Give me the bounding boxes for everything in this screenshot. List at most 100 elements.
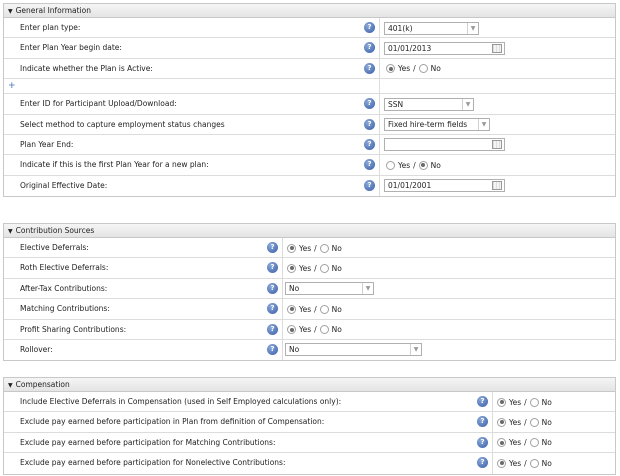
triangle-down-icon[interactable]: ▼ xyxy=(8,5,13,18)
roth-deferrals-label: Roth Elective Deferrals: xyxy=(20,263,109,273)
roth-yes-radio[interactable] xyxy=(287,263,296,273)
after-tax-row: After-Tax Contributions: ? No ▼ xyxy=(4,278,615,300)
help-icon[interactable]: ? xyxy=(364,22,375,33)
general-information-title: General Information xyxy=(15,6,91,15)
profit-sharing-row: Profit Sharing Contributions: ? Yes / No xyxy=(4,319,615,340)
plan-type-select[interactable]: 401(k) ▼ xyxy=(384,21,479,35)
after-tax-label: After-Tax Contributions: xyxy=(20,283,108,293)
exclude-nonelective-yes-radio[interactable] xyxy=(497,458,506,468)
roth-deferrals-row: Roth Elective Deferrals: ? Yes / No xyxy=(4,258,615,279)
help-icon[interactable]: ? xyxy=(364,118,375,130)
chevron-down-icon[interactable]: ▼ xyxy=(462,98,473,110)
participant-id-value: SSN xyxy=(388,99,404,109)
help-icon[interactable]: ? xyxy=(364,179,375,191)
matching-yes-radio[interactable] xyxy=(287,304,296,314)
calendar-icon[interactable] xyxy=(492,181,502,191)
plan-year-begin-input[interactable]: 01/01/2013 xyxy=(384,41,505,55)
plan-active-no-radio[interactable] xyxy=(418,64,428,74)
exclude-matching-row: Exclude pay earned before participation … xyxy=(4,432,615,454)
exclude-matching-no-radio[interactable] xyxy=(529,438,539,448)
plan-year-begin-row: Enter Plan Year begin date: ? 01/01/2013 xyxy=(4,38,615,59)
rollover-row: Rollover: ? No ▼ xyxy=(4,339,615,361)
plan-active-yes-radio[interactable] xyxy=(386,64,395,74)
help-icon[interactable]: ? xyxy=(364,62,375,74)
help-icon[interactable]: ? xyxy=(364,98,375,110)
help-icon[interactable]: ? xyxy=(267,323,278,335)
compensation-section: ▼ Compensation Include Elective Deferrals… xyxy=(3,377,616,475)
contribution-sources-header[interactable]: ▼ Contribution Sources xyxy=(4,224,615,238)
matching-label: Matching Contributions: xyxy=(20,304,110,314)
triangle-down-icon[interactable]: ▼ xyxy=(8,225,13,238)
help-icon[interactable]: ? xyxy=(267,343,278,355)
original-effective-value: 01/01/2001 xyxy=(388,181,432,191)
profit-sharing-no-label: No xyxy=(331,325,342,335)
exclude-plan-yes-radio[interactable] xyxy=(497,417,506,427)
chevron-down-icon[interactable]: ▼ xyxy=(478,119,489,131)
include-elective-no-radio[interactable] xyxy=(529,397,539,407)
chevron-down-icon[interactable]: ▼ xyxy=(410,344,421,356)
elective-deferrals-row: Elective Deferrals: ? Yes / No xyxy=(4,238,615,259)
first-plan-year-yes-radio[interactable] xyxy=(386,160,395,170)
profit-sharing-no-radio[interactable] xyxy=(319,325,329,335)
roth-yes-label: Yes xyxy=(299,263,312,273)
include-elective-label: Include Elective Deferrals in Compensati… xyxy=(20,397,342,406)
contribution-sources-title: Contribution Sources xyxy=(15,226,95,235)
exclude-plan-no-label: No xyxy=(541,417,552,427)
employment-method-select[interactable]: Fixed hire-term fields ▼ xyxy=(384,118,490,132)
rollover-select[interactable]: No ▼ xyxy=(285,343,422,357)
help-icon[interactable]: ? xyxy=(267,303,278,315)
after-tax-select[interactable]: No ▼ xyxy=(285,282,374,296)
exclude-nonelective-no-radio[interactable] xyxy=(529,458,539,468)
exclude-plan-no-radio[interactable] xyxy=(529,417,539,427)
help-icon[interactable]: ? xyxy=(267,282,278,294)
general-information-section: ▼ General Information Enter plan type: ? … xyxy=(3,3,616,198)
general-information-header[interactable]: ▼ General Information xyxy=(4,4,615,18)
plan-year-end-input[interactable] xyxy=(384,138,505,152)
contribution-sources-section: ▼ Contribution Sources Elective Deferrals… xyxy=(3,223,616,362)
plus-icon[interactable]: + xyxy=(8,81,16,91)
include-elective-yes-radio[interactable] xyxy=(497,397,506,407)
plan-year-end-row: Plan Year End: ? xyxy=(4,134,615,156)
original-effective-label: Original Effective Date: xyxy=(20,180,108,190)
include-elective-no-label: No xyxy=(541,397,552,407)
help-icon[interactable]: ? xyxy=(267,242,278,253)
matching-no-radio[interactable] xyxy=(319,304,329,314)
triangle-down-icon[interactable]: ▼ xyxy=(8,379,13,392)
profit-sharing-label: Profit Sharing Contributions: xyxy=(20,324,127,334)
original-effective-input[interactable]: 01/01/2001 xyxy=(384,179,505,193)
help-icon[interactable]: ? xyxy=(477,457,488,469)
help-icon[interactable]: ? xyxy=(364,159,375,171)
add-row: + xyxy=(4,79,615,95)
calendar-icon[interactable] xyxy=(492,43,502,53)
plan-type-label: Enter plan type: xyxy=(20,23,81,32)
compensation-title: Compensation xyxy=(15,380,70,389)
plan-active-label: Indicate whether the Plan is Active: xyxy=(20,63,153,73)
elective-no-radio[interactable] xyxy=(319,243,329,253)
participant-id-select[interactable]: SSN ▼ xyxy=(384,97,474,111)
first-plan-year-row: Indicate if this is the first Plan Year … xyxy=(4,155,615,176)
roth-no-radio[interactable] xyxy=(319,263,329,273)
exclude-nonelective-yes-label: Yes xyxy=(509,458,522,468)
participant-id-label: Enter ID for Participant Upload/Download… xyxy=(20,99,177,109)
participant-id-row: Enter ID for Participant Upload/Download… xyxy=(4,94,615,115)
help-icon[interactable]: ? xyxy=(267,262,278,274)
chevron-down-icon[interactable]: ▼ xyxy=(467,22,478,34)
roth-no-label: No xyxy=(331,263,342,273)
employment-method-label: Select method to capture employment stat… xyxy=(20,119,225,129)
help-icon[interactable]: ? xyxy=(477,396,488,407)
help-icon[interactable]: ? xyxy=(364,42,375,54)
help-icon[interactable]: ? xyxy=(364,138,375,150)
chevron-down-icon[interactable]: ▼ xyxy=(362,283,373,295)
elective-yes-radio[interactable] xyxy=(287,243,296,253)
elective-deferrals-label: Elective Deferrals: xyxy=(20,243,89,252)
help-icon[interactable]: ? xyxy=(477,416,488,428)
help-icon[interactable]: ? xyxy=(477,436,488,448)
first-plan-year-no-radio[interactable] xyxy=(418,160,428,170)
exclude-plan-row: Exclude pay earned before participation … xyxy=(4,412,615,433)
employment-method-row: Select method to capture employment stat… xyxy=(4,114,615,135)
profit-sharing-yes-radio[interactable] xyxy=(287,325,296,335)
exclude-matching-yes-radio[interactable] xyxy=(497,438,506,448)
calendar-icon[interactable] xyxy=(492,140,502,150)
elective-yes-label: Yes xyxy=(299,243,312,253)
compensation-header[interactable]: ▼ Compensation xyxy=(4,378,615,392)
